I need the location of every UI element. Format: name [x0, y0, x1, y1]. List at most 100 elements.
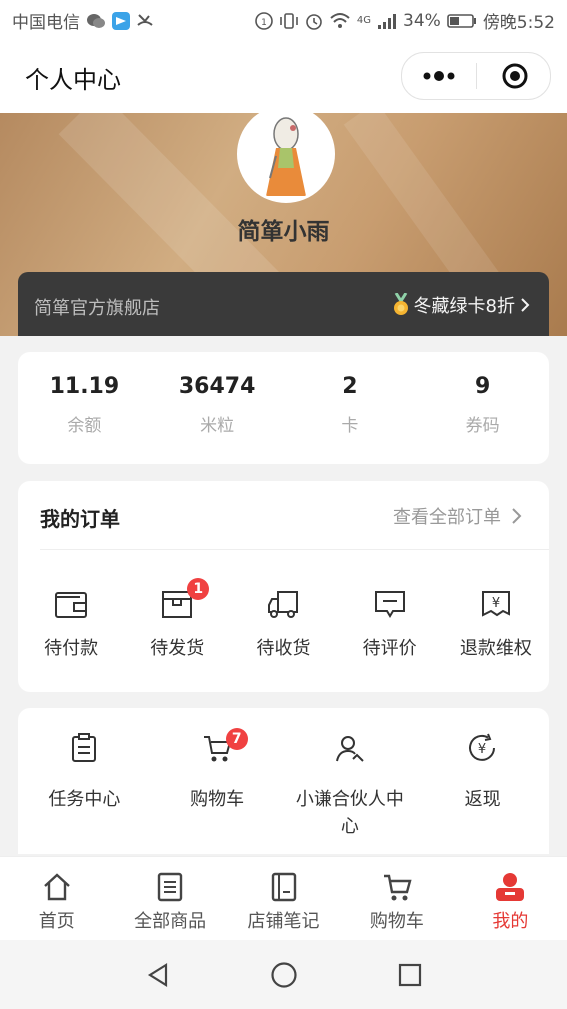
- more-icon[interactable]: [422, 67, 456, 85]
- service-task-center[interactable]: 任务中心: [18, 730, 151, 840]
- tab-store-notes[interactable]: 店铺笔记: [227, 857, 340, 941]
- clipboard-icon: [72, 733, 97, 762]
- svg-text:¥: ¥: [492, 596, 500, 611]
- stat-coupons[interactable]: 9 券码: [416, 352, 549, 464]
- status-bar: 中国电信 1 4G 34% 傍晚5:52: [0, 0, 567, 40]
- cart-badge: 7: [225, 728, 248, 750]
- asset-stats: 11.19 余额 36474 米粒 2 卡 9 券码: [18, 352, 549, 464]
- home-icon: [43, 873, 70, 901]
- clock: 傍晚5:52: [482, 13, 555, 33]
- stat-points[interactable]: 36474 米粒: [151, 352, 284, 464]
- order-status-label: 待付款: [44, 638, 99, 659]
- wallet-icon: [55, 592, 88, 618]
- refund-icon: ¥: [481, 591, 510, 617]
- order-status-grid: 待付款 1 待发货 待收货 待评价 ¥ 退款维权: [18, 578, 549, 660]
- order-pending-shipment[interactable]: 1 待发货: [124, 578, 230, 660]
- chevron-right-icon: [512, 508, 522, 524]
- tab-label: 我的: [492, 911, 529, 932]
- order-pending-payment[interactable]: 待付款: [18, 586, 124, 660]
- avatar-illustration: [240, 108, 332, 200]
- order-status-label: 待发货: [150, 638, 205, 659]
- service-cashback[interactable]: ¥ 返现: [416, 730, 549, 840]
- username: 简箪小雨: [237, 219, 330, 245]
- stat-label: 余额: [67, 416, 102, 436]
- avatar[interactable]: [237, 105, 335, 203]
- tab-mine[interactable]: 我的: [454, 857, 567, 941]
- alarm-icon: [306, 13, 322, 30]
- order-status-label: 待评价: [362, 638, 417, 659]
- page-title: 个人中心: [25, 66, 121, 94]
- home-button-icon[interactable]: [270, 961, 298, 989]
- stat-label: 米粒: [200, 416, 235, 436]
- stat-label: 卡: [341, 416, 359, 436]
- order-status-label: 退款维权: [459, 638, 532, 659]
- stat-value: 2: [342, 374, 358, 399]
- cashback-icon: ¥: [468, 733, 495, 761]
- wechat-icon: [87, 13, 105, 28]
- app-icon: [112, 11, 130, 30]
- truck-icon: [268, 591, 299, 618]
- tab-label: 购物车: [369, 911, 424, 932]
- bottom-tab-bar: 首页 全部商品 店铺笔记 购物车 我的: [0, 856, 567, 941]
- tab-label: 首页: [38, 911, 75, 932]
- close-miniprogram-icon[interactable]: [501, 62, 529, 90]
- stat-cards[interactable]: 2 卡: [284, 352, 417, 464]
- battery-percent: 34%: [403, 10, 441, 31]
- order-pending-receipt[interactable]: 待收货: [230, 586, 336, 660]
- order-refund[interactable]: ¥ 退款维权: [443, 586, 549, 660]
- stat-value: 9: [474, 374, 491, 399]
- user-icon: [496, 873, 525, 901]
- service-label: 购物车: [190, 789, 245, 810]
- vibrate-icon: [280, 12, 298, 29]
- service-label: 返现: [464, 789, 501, 810]
- membership-card-label: 冬藏绿卡8折: [413, 296, 515, 317]
- tab-cart[interactable]: 购物车: [340, 857, 453, 941]
- svg-text:1: 1: [261, 18, 267, 28]
- divider: [40, 549, 549, 550]
- orders-title: 我的订单: [40, 507, 120, 531]
- capsule-divider: [476, 63, 477, 89]
- missed-call-icon: [137, 13, 153, 26]
- hd-call-icon: 1: [255, 11, 273, 30]
- membership-bar[interactable]: 简箪官方旗舰店 冬藏绿卡8折: [18, 272, 549, 336]
- back-icon[interactable]: [146, 962, 170, 988]
- nav-bar: 个人中心: [0, 40, 567, 113]
- tab-label: 店铺笔记: [247, 911, 320, 932]
- chevron-right-icon: [521, 298, 530, 312]
- battery-icon: [447, 13, 476, 28]
- stat-label: 券码: [465, 416, 500, 436]
- membership-card-link[interactable]: 冬藏绿卡8折: [392, 292, 531, 318]
- view-all-orders-link[interactable]: 查看全部订单: [393, 503, 523, 529]
- view-all-orders-label: 查看全部订单: [393, 507, 501, 528]
- stat-balance[interactable]: 11.19 余额: [18, 352, 151, 464]
- order-pending-review[interactable]: 待评价: [337, 586, 443, 660]
- network-type: 4G: [356, 15, 372, 26]
- tab-label: 全部商品: [134, 911, 207, 932]
- wifi-icon: [330, 12, 350, 28]
- comment-icon: [374, 591, 405, 618]
- carrier-label: 中国电信: [12, 13, 80, 33]
- my-orders-card: 我的订单 查看全部订单 待付款 1 待发货 待收货 待评价 ¥ 退款维权: [18, 481, 549, 692]
- partner-icon: [335, 736, 364, 762]
- signal-icon: [378, 13, 397, 29]
- service-label: 小谦合伙人中心: [295, 789, 404, 837]
- service-partner-center[interactable]: 小谦合伙人中心: [284, 730, 417, 840]
- status-right: 1 4G 34% 傍晚5:52: [255, 8, 555, 33]
- tab-home[interactable]: 首页: [0, 857, 113, 941]
- order-status-label: 待收货: [256, 638, 311, 659]
- service-label: 任务中心: [48, 789, 121, 810]
- status-left: 中国电信: [12, 8, 154, 33]
- recents-icon[interactable]: [398, 963, 422, 987]
- cart-icon: [383, 874, 412, 901]
- system-nav-bar: [0, 940, 567, 1009]
- services-card: 任务中心 7 购物车 小谦合伙人中心 ¥ 返现: [18, 708, 549, 854]
- shop-name: 简箪官方旗舰店: [34, 298, 160, 319]
- tab-all-products[interactable]: 全部商品: [113, 857, 226, 941]
- svg-text:¥: ¥: [477, 742, 485, 757]
- services-grid: 任务中心 7 购物车 小谦合伙人中心 ¥ 返现: [18, 728, 549, 840]
- stat-value: 11.19: [49, 374, 120, 399]
- medal-icon: [393, 293, 408, 315]
- notebook-icon: [271, 872, 296, 902]
- service-cart[interactable]: 7 购物车: [151, 728, 284, 840]
- stat-value: 36474: [178, 374, 256, 399]
